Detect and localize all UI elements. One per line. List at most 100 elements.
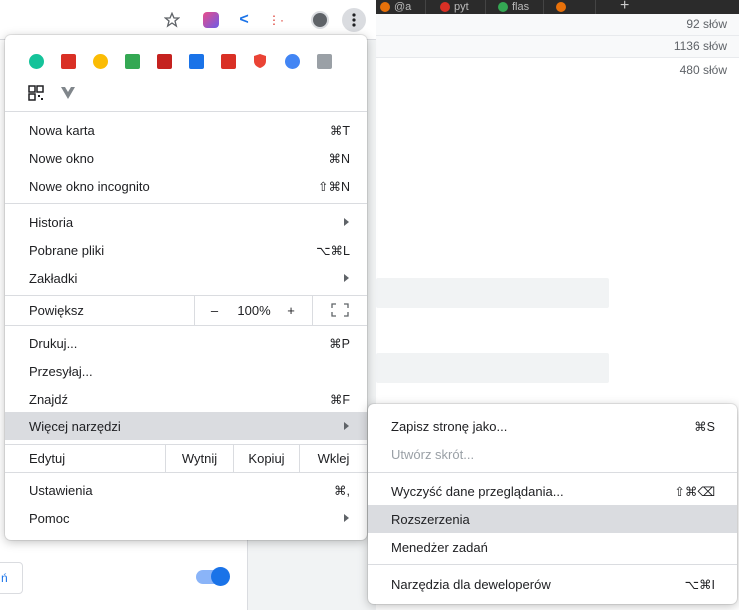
shield-extension-icon[interactable] [251, 52, 269, 70]
menu-item-label: Drukuj... [29, 336, 78, 351]
menu-item-new-incognito[interactable]: Nowe okno incognito ⇧⌘N [5, 172, 367, 200]
tab[interactable]: pyt [436, 0, 486, 14]
tab-favicon [440, 2, 450, 12]
new-tab-button[interactable]: + [620, 0, 629, 14]
submenu-arrow-icon [344, 514, 349, 522]
menu-item-label: Nowe okno [29, 151, 95, 166]
menu-item-settings[interactable]: Ustawienia ⌘, [5, 476, 367, 504]
menu-item-label: Utwórz skrót... [391, 447, 475, 462]
tab-favicon [380, 2, 390, 12]
window-extension-icon[interactable] [187, 52, 205, 70]
paste-label: Wklej [317, 450, 350, 466]
menu-item-shortcut: ⌘P [329, 337, 350, 351]
menu-item-bookmarks[interactable]: Zakładki [5, 264, 367, 292]
cut-label: Wytnij [181, 450, 218, 466]
tab-strip: @a pyt flas + [376, 0, 739, 14]
menu-item-downloads[interactable]: Pobrane pliki ⌥⌘L [5, 236, 367, 264]
text-field[interactable] [376, 353, 609, 383]
cut-button[interactable]: Wytnij [165, 444, 233, 472]
menu-item-shortcut: ⌘N [328, 152, 350, 166]
menu-item-label: Zakładki [29, 271, 78, 286]
menu-divider [368, 564, 737, 565]
extension-toolbar-icon[interactable] [201, 10, 221, 30]
fullscreen-button[interactable] [312, 295, 367, 325]
menu-item-label: Narzędzia dla deweloperów [391, 577, 551, 592]
menu-item-clear-data[interactable]: Wyczyść dane przeglądania... ⇧⌘⌫ [368, 477, 737, 505]
globe-extension-icon[interactable] [283, 52, 301, 70]
browser-toolbar: < ⋮· [0, 0, 376, 40]
menu-item-shortcut: ⌥⌘I [684, 578, 715, 592]
menu-item-label: Historia [29, 215, 74, 230]
menu-divider [5, 325, 367, 326]
menu-item-shortcut: ⇧⌘N [317, 180, 350, 194]
gray-extension-icon[interactable] [315, 52, 333, 70]
menu-item-label: Pobrane pliki [29, 243, 105, 258]
extension-toolbar-icon[interactable]: < [234, 10, 254, 30]
dots-extension-icon[interactable] [59, 52, 77, 70]
menu-item-label: Zapisz stronę jako... [391, 419, 508, 434]
menu-item-new-tab[interactable]: Nowa karta ⌘T [5, 116, 367, 144]
arrow-extension-icon[interactable] [123, 52, 141, 70]
menu-item-shortcut: ⌥⌘L [316, 244, 350, 258]
menu-item-extensions[interactable]: Rozszerzenia [368, 505, 737, 533]
pen-extension-icon[interactable] [219, 52, 237, 70]
copy-button[interactable]: Kopiuj [233, 444, 299, 472]
qr-code-icon[interactable] [27, 84, 45, 102]
tab[interactable]: flas [494, 0, 544, 14]
menu-item-new-window[interactable]: Nowe okno ⌘N [5, 144, 367, 172]
fullscreen-icon [331, 303, 349, 317]
zoom-out-button[interactable]: – [194, 295, 234, 325]
menu-item-shortcut: ⌘, [334, 484, 350, 498]
menu-item-label: Pomoc [29, 511, 70, 526]
paste-button[interactable]: Wklej [299, 444, 367, 472]
edit-row: Edytuj Wytnij Kopiuj Wklej [5, 444, 367, 472]
red-arrow-extension-icon[interactable] [155, 52, 173, 70]
menu-item-label: Rozszerzenia [391, 512, 470, 527]
chrome-extension-icon[interactable] [91, 52, 109, 70]
profile-avatar[interactable] [310, 10, 330, 30]
menu-item-label: Wyczyść dane przeglądania... [391, 484, 564, 499]
menu-item-save-page[interactable]: Zapisz stronę jako... ⌘S [368, 412, 737, 440]
menu-divider [368, 472, 737, 473]
menu-item-label: Więcej narzędzi [29, 419, 121, 434]
tab-favicon [556, 2, 566, 12]
chrome-main-menu: Nowa karta ⌘T Nowe okno ⌘N Nowe okno incog… [5, 35, 367, 540]
menu-item-label: Przesyłaj... [29, 364, 93, 379]
menu-item-dev-tools[interactable]: Narzędzia dla deweloperów ⌥⌘I [368, 570, 737, 598]
word-count: 480 słów [679, 63, 727, 77]
tab[interactable]: @a [376, 0, 426, 14]
menu-item-shortcut: ⌘S [694, 420, 715, 434]
tab[interactable] [552, 0, 596, 14]
menu-divider [5, 472, 367, 473]
extension-toolbar-icon[interactable]: ⋮· [266, 10, 286, 30]
panel-button[interactable]: ń [0, 562, 23, 594]
menu-item-label: Znajdź [29, 392, 69, 407]
menu-item-shortcut: ⌘T [329, 124, 350, 138]
edit-label: Edytuj [29, 451, 66, 466]
menu-item-label: Nowe okno incognito [29, 179, 150, 194]
text-field[interactable] [376, 278, 609, 308]
menu-item-print[interactable]: Drukuj... ⌘P [5, 329, 367, 357]
menu-item-history[interactable]: Historia [5, 208, 367, 236]
zoom-in-button[interactable]: + [274, 295, 308, 325]
submenu-arrow-icon [344, 422, 349, 430]
menu-item-shortcut: ⇧⌘⌫ [674, 485, 715, 499]
submenu-arrow-icon [344, 218, 349, 226]
zoom-in-label: + [287, 302, 295, 318]
menu-item-task-manager[interactable]: Menedżer zadań [368, 533, 737, 561]
menu-item-help[interactable]: Pomoc [5, 504, 367, 532]
more-tools-submenu: Zapisz stronę jako... ⌘S Utwórz skrót... … [368, 404, 737, 604]
grammarly-icon[interactable] [27, 52, 45, 70]
word-count: 92 słów [686, 17, 727, 31]
tab-title: pyt [454, 1, 469, 13]
tab-title: @a [394, 1, 412, 13]
menu-divider [5, 203, 367, 204]
more-menu-icon[interactable] [342, 8, 366, 32]
vue-extension-icon[interactable] [59, 84, 77, 102]
menu-item-cast[interactable]: Przesyłaj... [5, 357, 367, 385]
bookmark-star-icon[interactable] [162, 10, 182, 30]
menu-item-find[interactable]: Znajdź ⌘F [5, 385, 367, 413]
toggle-switch[interactable] [196, 567, 230, 586]
menu-item-more-tools[interactable]: Więcej narzędzi [5, 412, 367, 440]
zoom-out-label: – [210, 302, 219, 318]
